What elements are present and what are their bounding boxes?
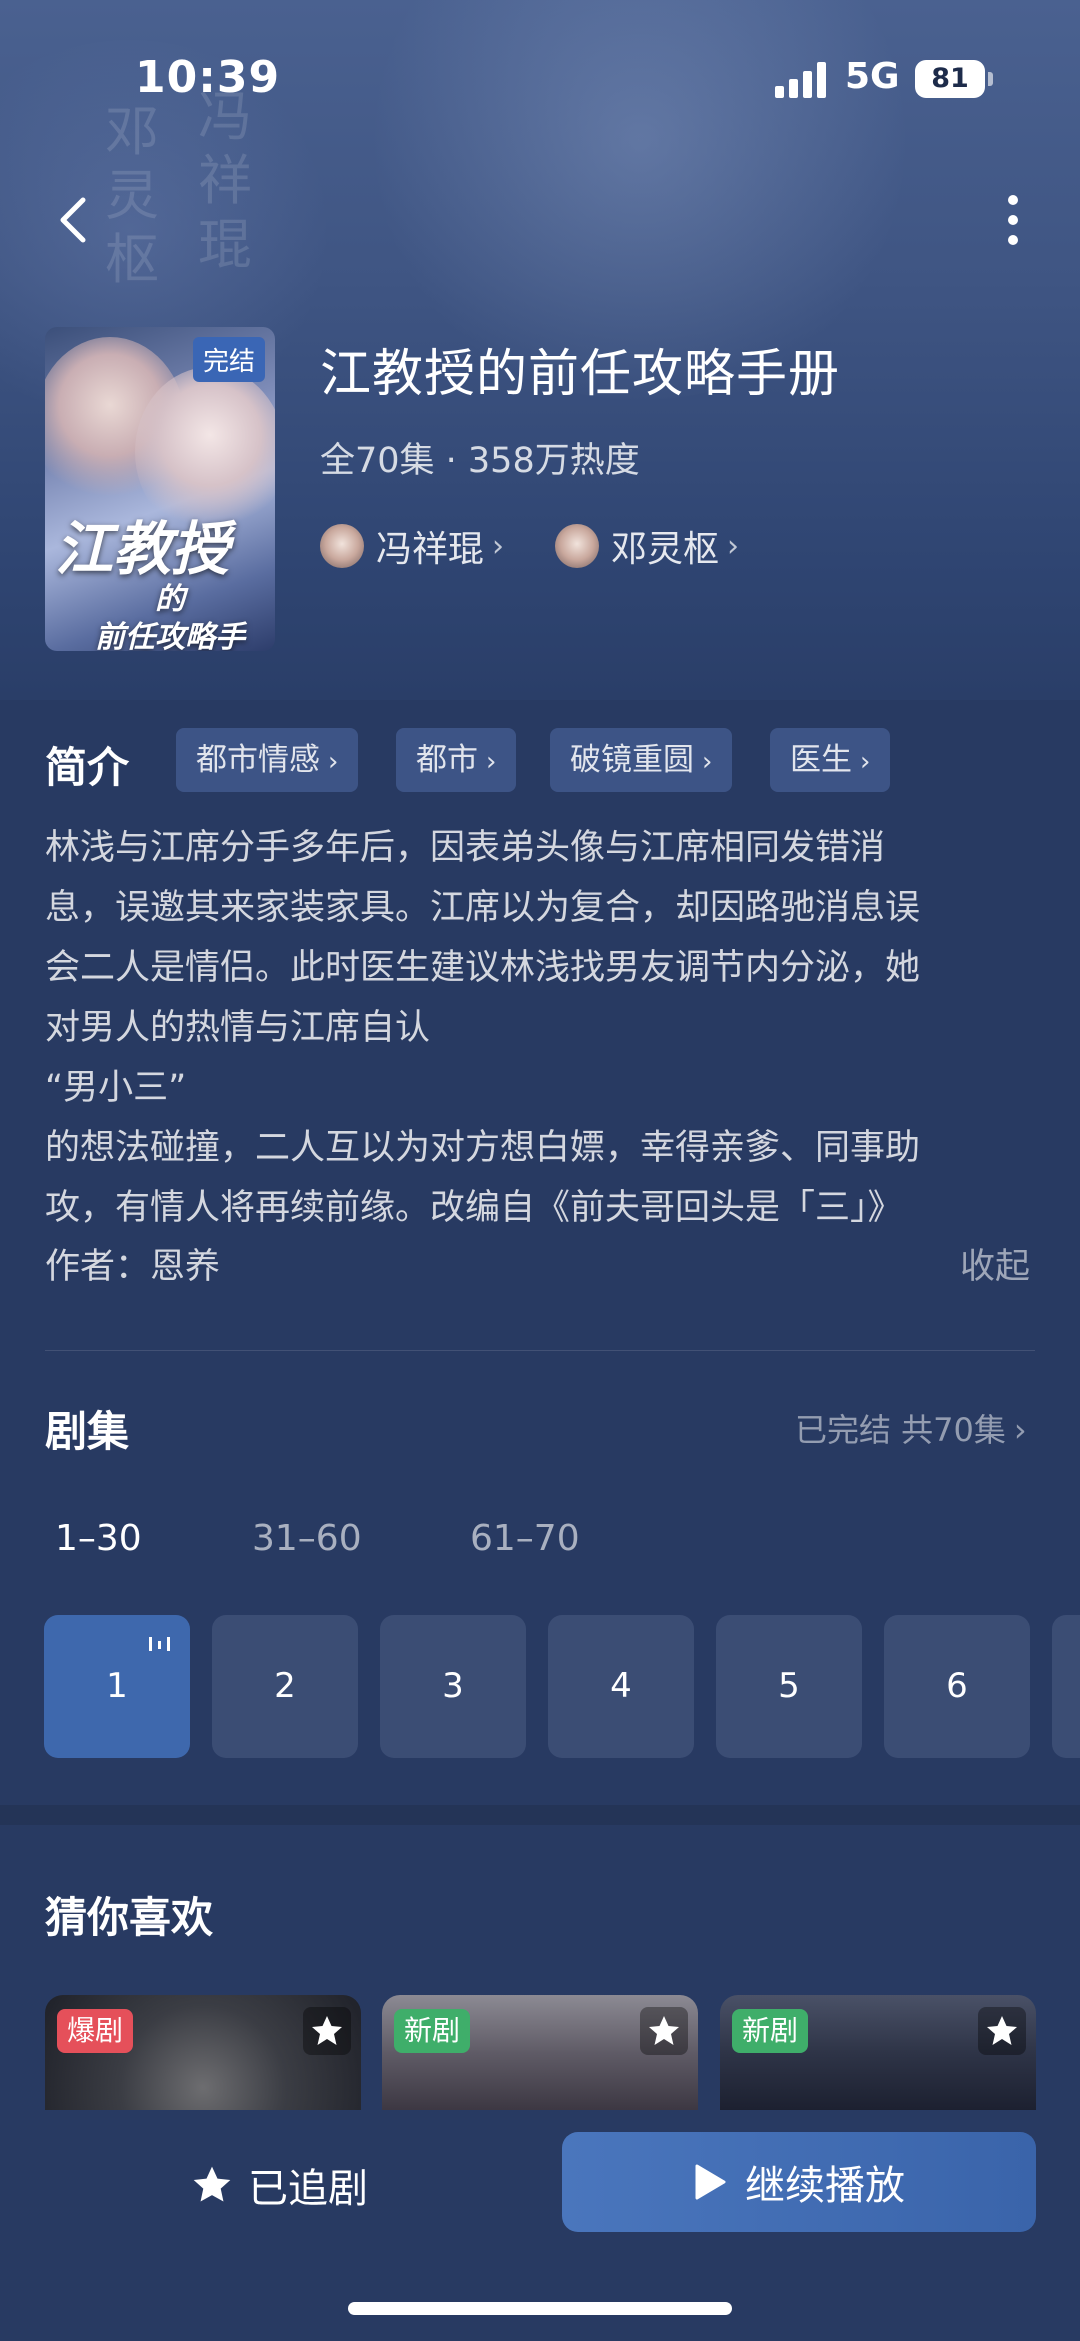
new-badge: 新剧 [732, 2009, 809, 2053]
tab-range-1[interactable]: 1–30 [55, 1518, 142, 1559]
avatar [555, 524, 599, 568]
collapse-button[interactable]: 收起 [960, 1238, 1030, 1289]
show-meta: 全70集 · 358万热度 [320, 441, 640, 481]
favorite-button[interactable] [978, 2007, 1026, 2055]
tag-chip[interactable]: 都市 › [396, 728, 517, 792]
tab-range-3[interactable]: 61–70 [470, 1518, 580, 1559]
avatar [320, 524, 364, 568]
play-icon [695, 2164, 726, 2200]
network-type: 5G [845, 56, 900, 97]
signal-icon [775, 62, 827, 98]
more-vertical-icon [1008, 195, 1018, 245]
recommend-card[interactable]: 新剧 [720, 1995, 1036, 2111]
star-icon [312, 2016, 342, 2045]
status-time: 10:39 [135, 52, 281, 103]
episodes-heading: 剧集 [45, 1407, 130, 1456]
episodes-status-link[interactable]: 已完结 共70集 › [795, 1405, 1027, 1451]
poster-title: 江教授 的 前任攻略手册 [55, 515, 245, 651]
synopsis-text: 林浅与江席分手多年后，因表弟头像与江席相同发错消 息，误邀其来家装家具。江席以为… [45, 828, 921, 1228]
status-bar: 10:39 5G 81 [0, 0, 1080, 130]
star-icon [649, 2016, 679, 2045]
hot-badge: 爆剧 [57, 2009, 134, 2053]
actor-link[interactable]: 冯祥琨 › [320, 521, 504, 571]
chevron-left-icon [60, 197, 86, 243]
show-title: 江教授的前任攻略手册 [320, 345, 841, 404]
episode-button[interactable]: 4 [548, 1615, 694, 1758]
playing-icon [149, 1637, 170, 1651]
divider [45, 1350, 1035, 1351]
show-poster: 完结 江教授 的 前任攻略手册 [45, 327, 275, 651]
episode-button[interactable] [1052, 1615, 1080, 1758]
synopsis-heading: 简介 [45, 743, 130, 792]
recommend-heading: 猜你喜欢 [45, 1893, 214, 1942]
tag-chip[interactable]: 都市情感 › [176, 728, 359, 792]
section-separator [0, 1805, 1080, 1825]
actor-name: 邓灵枢 [611, 529, 720, 570]
new-badge: 新剧 [394, 2009, 471, 2053]
author-text: 作者：恩养 [45, 1247, 221, 1287]
tag-chip[interactable]: 医生 › [770, 728, 891, 792]
completed-badge: 完结 [192, 337, 265, 382]
home-indicator [348, 2302, 732, 2315]
chevron-right-icon: › [486, 747, 497, 777]
actor-link[interactable]: 邓灵枢 › [555, 521, 739, 571]
episode-button[interactable]: 1 [44, 1615, 190, 1758]
chevron-right-icon: › [727, 528, 740, 564]
back-button[interactable] [45, 190, 105, 250]
follow-button[interactable]: 已追剧 [190, 2150, 368, 2220]
chevron-right-icon: › [492, 528, 505, 564]
tab-range-2[interactable]: 31–60 [252, 1518, 362, 1559]
star-icon [987, 2016, 1017, 2045]
tag-chip[interactable]: 破镜重圆 › [550, 728, 733, 792]
battery-icon: 81 [915, 60, 985, 98]
more-button[interactable] [985, 190, 1041, 250]
continue-play-button[interactable]: 继续播放 [562, 2132, 1036, 2232]
actor-name: 冯祥琨 [376, 529, 485, 570]
chevron-right-icon: › [1013, 1411, 1027, 1449]
chevron-right-icon: › [328, 747, 339, 777]
favorite-button[interactable] [303, 2007, 351, 2055]
recommend-card[interactable]: 新剧 [382, 1995, 698, 2111]
recommend-card[interactable]: 爆剧 [45, 1995, 361, 2111]
favorite-button[interactable] [640, 2007, 688, 2055]
episode-button[interactable]: 6 [884, 1615, 1030, 1758]
chevron-right-icon: › [860, 747, 871, 777]
episode-button[interactable]: 2 [212, 1615, 358, 1758]
chevron-right-icon: › [702, 747, 713, 777]
episode-button[interactable]: 5 [716, 1615, 862, 1758]
star-icon [193, 2166, 231, 2202]
episode-button[interactable]: 3 [380, 1615, 526, 1758]
